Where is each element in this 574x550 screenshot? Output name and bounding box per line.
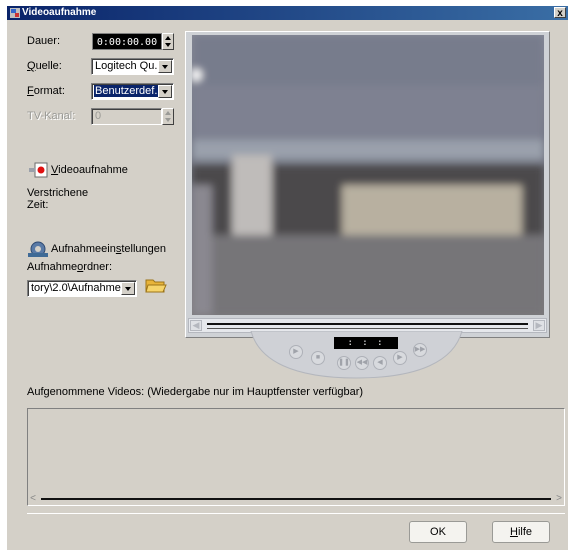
player-clock: : : : <box>334 337 398 349</box>
videos-list-scrollbar[interactable]: < > <box>27 492 565 506</box>
videoaufnahme-button[interactable]: Videoaufnahme <box>51 164 128 176</box>
scroll-left-icon[interactable]: ◀ <box>190 320 202 331</box>
play-icon[interactable]: ▶ <box>289 345 303 359</box>
scroll-right-icon[interactable]: ▶ <box>533 320 545 331</box>
format-select[interactable]: Benutzerdef... <box>91 83 174 100</box>
spin-down-icon <box>165 43 171 47</box>
aufgenommene-videos-label: Aufgenommene Videos: (Wiedergabe nur im … <box>27 386 364 398</box>
spin-down-icon <box>165 118 171 122</box>
format-label: Format: <box>27 85 65 97</box>
fast-forward-icon[interactable]: ▶▶ <box>413 343 427 357</box>
chevron-down-icon[interactable] <box>158 60 172 73</box>
spin-up-icon <box>165 36 171 40</box>
quelle-value: Logitech Qu... <box>95 60 164 72</box>
scroll-left-icon[interactable]: < <box>27 492 39 506</box>
rewind-icon[interactable]: ◀◀ <box>355 356 369 370</box>
quelle-label: Quelle: <box>27 60 62 72</box>
videoaufnahme-dialog: Videoaufnahme x Dauer: 0:00:00.00 Quelle… <box>6 5 568 550</box>
tvkanal-label: TV-Kanal: <box>27 110 76 122</box>
zeit-label: Zeit: <box>27 199 49 211</box>
record-icon[interactable] <box>29 162 49 178</box>
divider <box>27 513 565 514</box>
aufnahmeordner-select[interactable]: tory\2.0\Aufnahme <box>27 280 137 297</box>
ok-button[interactable]: OK <box>409 521 467 543</box>
slider-track-lower <box>207 328 528 329</box>
dauer-spinner[interactable] <box>162 33 174 50</box>
step-forward-icon[interactable]: ▶ <box>393 351 407 365</box>
video-preview-frame: ◀ ▶ <box>185 31 550 338</box>
tvkanal-value: 0 <box>95 110 102 122</box>
video-preview <box>192 35 544 315</box>
chevron-down-icon[interactable] <box>158 85 172 98</box>
app-icon <box>10 8 20 18</box>
dauer-label: Dauer: <box>27 35 61 47</box>
video-frame-image <box>192 35 544 315</box>
dauer-field[interactable]: 0:00:00.00 <box>92 33 162 50</box>
aufnahmeordner-label: Aufnahmeordner: <box>27 261 113 273</box>
close-button[interactable]: x <box>554 7 566 19</box>
slider-track <box>207 323 528 325</box>
aufnahmeordner-value: tory\2.0\Aufnahme <box>31 282 121 294</box>
chevron-down-icon[interactable] <box>121 282 135 295</box>
title-bar: Videoaufnahme x <box>7 6 568 20</box>
tvkanal-spinner[interactable] <box>162 108 174 125</box>
stop-icon[interactable]: ■ <box>311 351 325 365</box>
settings-icon[interactable] <box>27 240 49 258</box>
scrollbar-track <box>41 498 551 500</box>
playback-controls: : : : ▶ ■ ❚❚ ◀◀ ◀ ▶ ▶▶ <box>249 331 464 379</box>
pause-icon[interactable]: ❚❚ <box>337 356 351 370</box>
tvkanal-field[interactable]: 0 <box>91 108 162 125</box>
scroll-right-icon[interactable]: > <box>553 492 565 506</box>
quelle-select[interactable]: Logitech Qu... <box>91 58 174 75</box>
folder-icon[interactable] <box>145 276 167 294</box>
step-back-icon[interactable]: ◀ <box>373 356 387 370</box>
hilfe-button[interactable]: Hilfe <box>492 521 550 543</box>
spin-up-icon <box>165 111 171 115</box>
window-title: Videoaufnahme <box>22 7 97 18</box>
format-value: Benutzerdef... <box>94 85 165 97</box>
verstrichene-label: Verstrichene <box>27 187 89 199</box>
aufnahmeeinstellungen-button[interactable]: Aufnahmeeinstellungen <box>51 243 166 255</box>
close-icon: x <box>557 8 563 19</box>
